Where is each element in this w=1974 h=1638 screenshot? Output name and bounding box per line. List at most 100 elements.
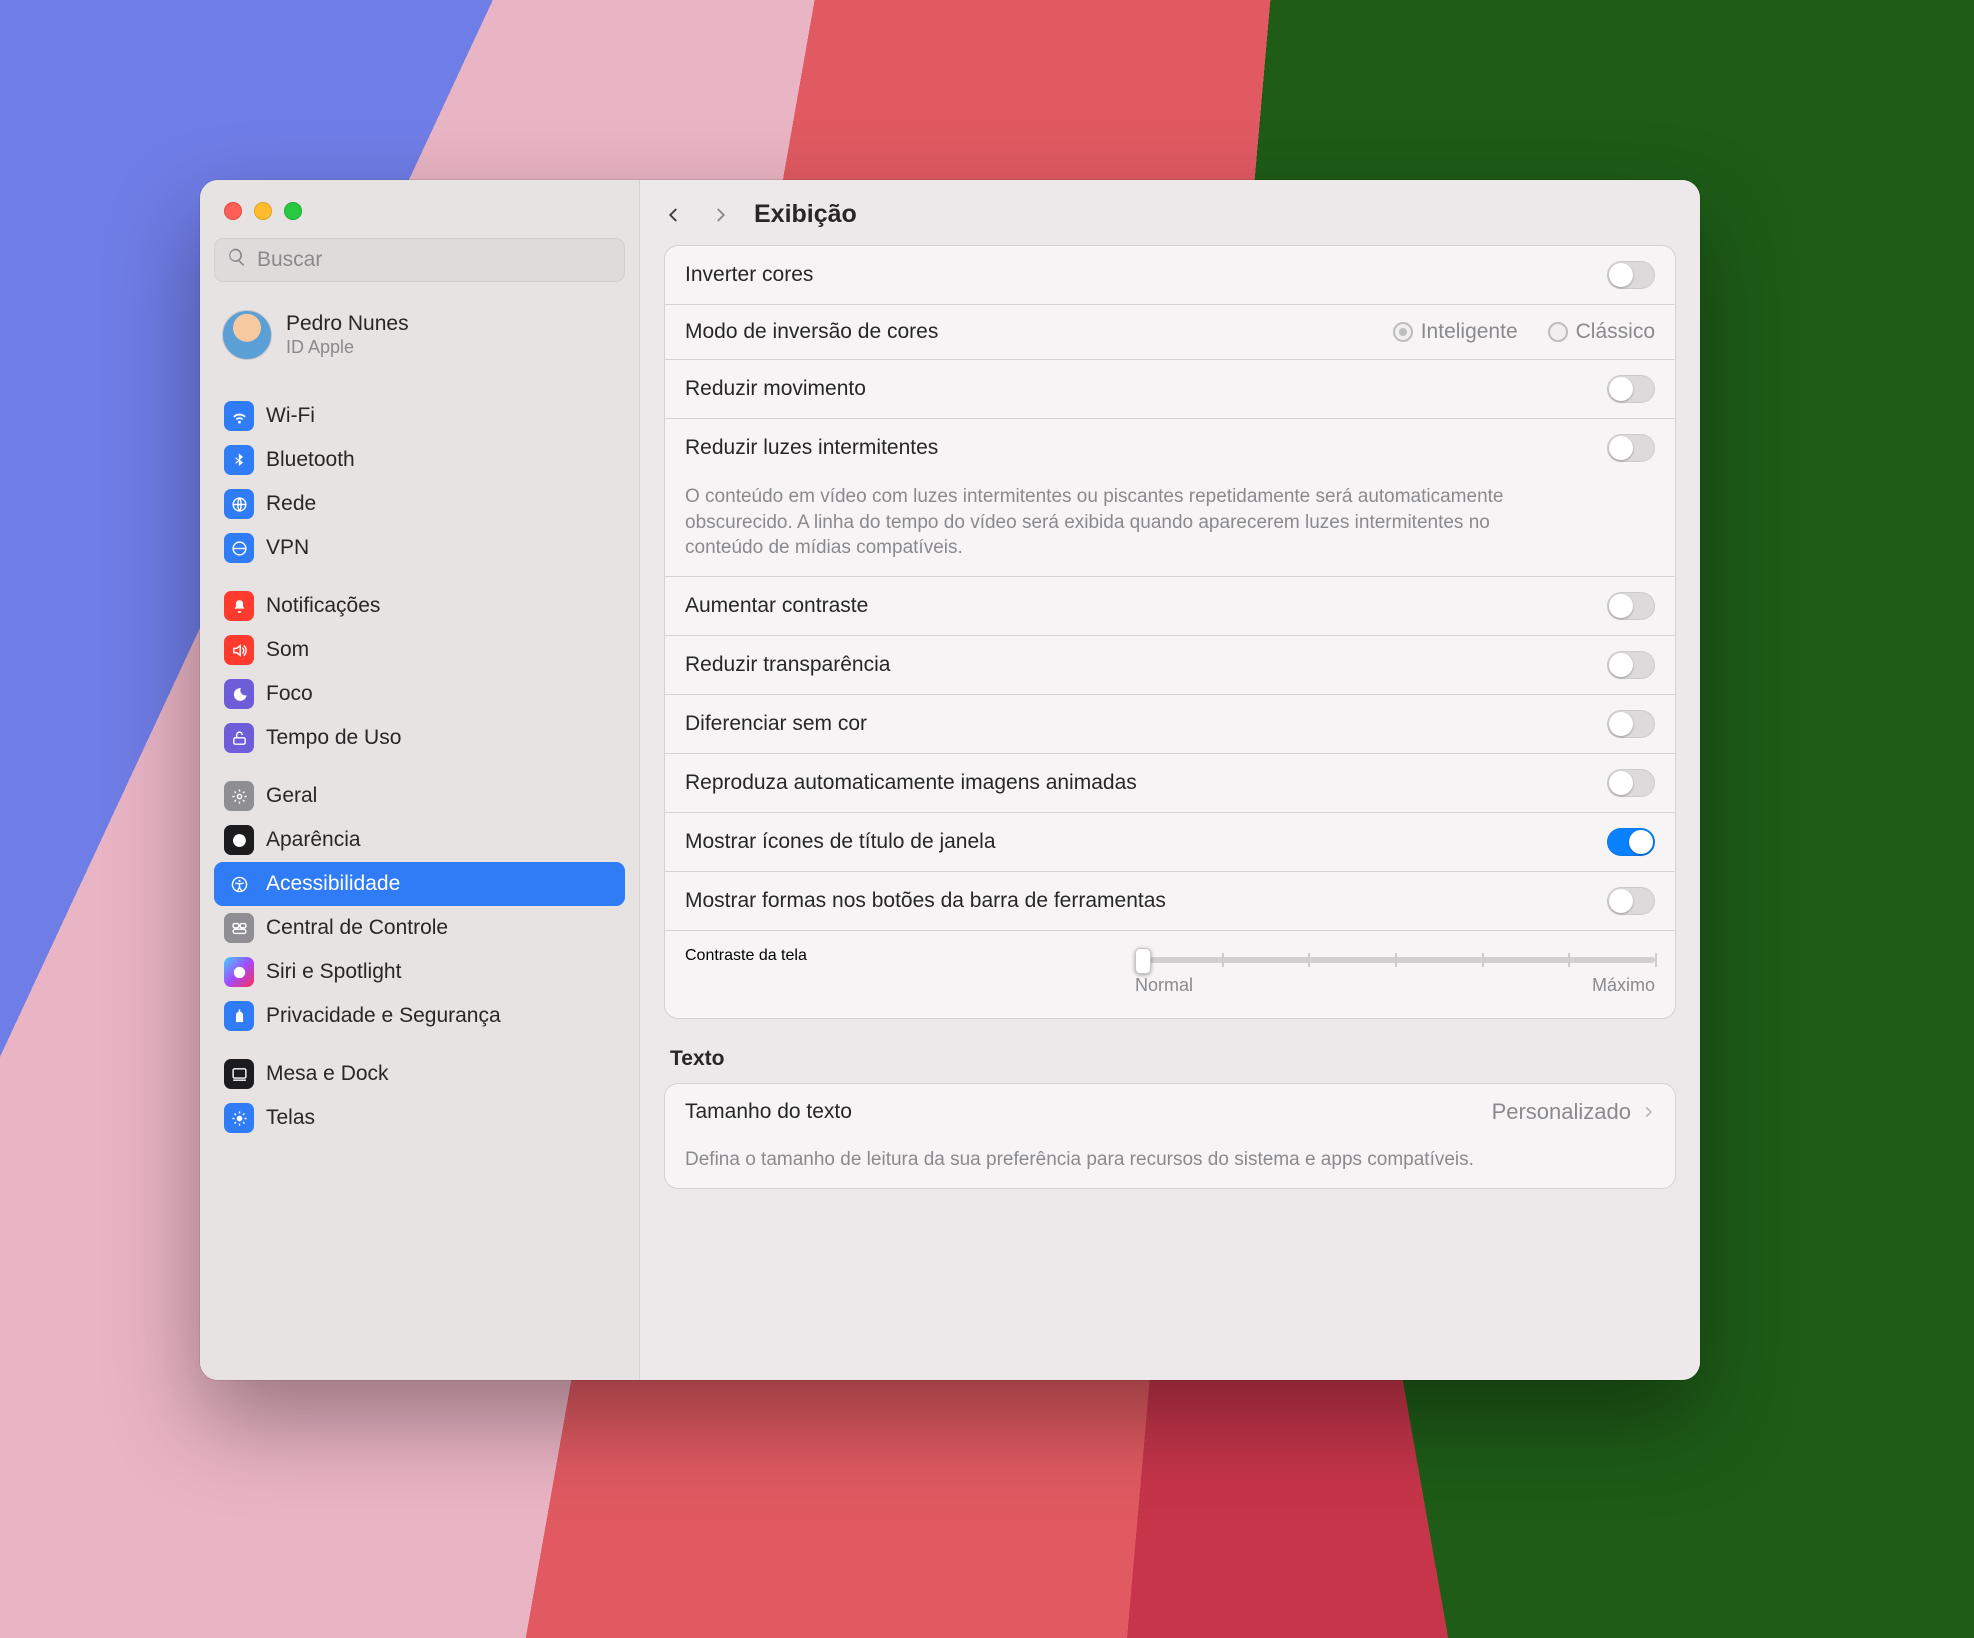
slider-display-contrast[interactable]: Normal Máximo <box>1135 947 1655 996</box>
sidebar-item-notifications[interactable]: Notificações <box>214 584 625 628</box>
display-settings-group: Inverter cores Modo de inversão de cores… <box>664 245 1676 1019</box>
switch-invert-colors[interactable] <box>1607 261 1655 289</box>
row-invert-colors: Inverter cores <box>665 246 1675 305</box>
row-autoplay-animated: Reproduza automaticamente imagens animad… <box>665 754 1675 813</box>
sidebar-item-sound[interactable]: Som <box>214 628 625 672</box>
slider-max-label: Máximo <box>1592 975 1655 996</box>
row-window-title-icons: Mostrar ícones de título de janela <box>665 813 1675 872</box>
system-settings-window: Buscar Pedro Nunes ID Apple Wi-Fi Bluetoo… <box>200 180 1700 1380</box>
slider-min-label: Normal <box>1135 975 1193 996</box>
sidebar-item-focus[interactable]: Foco <box>214 672 625 716</box>
titlebar: Exibição <box>640 180 1700 245</box>
switch-reduce-transparency[interactable] <box>1607 651 1655 679</box>
chevron-right-icon <box>1641 1099 1655 1125</box>
label-window-title-icons: Mostrar ícones de título de janela <box>685 830 996 854</box>
apple-id-row[interactable]: Pedro Nunes ID Apple <box>214 300 625 382</box>
sidebar-item-privacy[interactable]: Privacidade e Segurança <box>214 994 625 1038</box>
back-button[interactable] <box>662 203 686 227</box>
sidebar-item-label: Central de Controle <box>266 916 448 940</box>
sidebar-item-appearance[interactable]: Aparência <box>214 818 625 862</box>
row-reduce-transparency: Reduzir transparência <box>665 636 1675 695</box>
sidebar-item-controlcenter[interactable]: Central de Controle <box>214 906 625 950</box>
label-toolbar-shapes: Mostrar formas nos botões da barra de fe… <box>685 889 1166 913</box>
sidebar-item-label: Mesa e Dock <box>266 1062 389 1086</box>
label-reduce-transparency: Reduzir transparência <box>685 653 890 677</box>
search-input[interactable]: Buscar <box>214 238 625 282</box>
sidebar-item-label: Acessibilidade <box>266 872 400 896</box>
switch-diff-without-color[interactable] <box>1607 710 1655 738</box>
radio-indicator <box>1548 322 1568 342</box>
label-diff-without-color: Diferenciar sem cor <box>685 712 867 736</box>
section-header-text: Texto <box>664 1019 1676 1083</box>
label-increase-contrast: Aumentar contraste <box>685 594 868 618</box>
label-reduce-flashing: Reduzir luzes intermitentes <box>685 436 938 460</box>
radio-inversion-smart[interactable]: Inteligente <box>1393 320 1518 344</box>
minimize-window-button[interactable] <box>254 202 272 220</box>
sidebar-nav: Wi-Fi Bluetooth Rede VPN NotificaçõesSomFoco… <box>214 382 625 1150</box>
row-text-size[interactable]: Tamanho do texto Personalizado Defina o … <box>665 1084 1675 1188</box>
sidebar-item-label: Wi-Fi <box>266 404 315 428</box>
close-window-button[interactable] <box>224 202 242 220</box>
label-invert-colors: Inverter cores <box>685 263 813 287</box>
sidebar-item-label: Geral <box>266 784 317 808</box>
search-icon <box>227 247 247 273</box>
sidebar-item-siri[interactable]: Siri e Spotlight <box>214 950 625 994</box>
page-title: Exibição <box>754 200 857 229</box>
switch-toolbar-shapes[interactable] <box>1607 887 1655 915</box>
zoom-window-button[interactable] <box>284 202 302 220</box>
privacy-icon <box>224 1001 254 1031</box>
sidebar-item-label: Bluetooth <box>266 448 355 472</box>
slider-thumb[interactable] <box>1135 948 1151 974</box>
radio-group-inversion-mode: Inteligente Clássico <box>1393 320 1655 344</box>
radio-label: Clássico <box>1576 320 1655 344</box>
vpn-icon <box>224 533 254 563</box>
sidebar-item-screentime[interactable]: Tempo de Uso <box>214 716 625 760</box>
switch-reduce-motion[interactable] <box>1607 375 1655 403</box>
slider-track[interactable] <box>1135 957 1655 963</box>
displays-icon <box>224 1103 254 1133</box>
radio-inversion-classic[interactable]: Clássico <box>1548 320 1655 344</box>
sidebar-item-label: VPN <box>266 536 309 560</box>
wifi-icon <box>224 401 254 431</box>
row-display-contrast: Contraste da tela Normal Máximo <box>665 931 1675 1018</box>
label-inversion-mode: Modo de inversão de cores <box>685 320 938 344</box>
search-placeholder: Buscar <box>257 248 322 272</box>
label-reduce-motion: Reduzir movimento <box>685 377 866 401</box>
sidebar-item-general[interactable]: Geral <box>214 774 625 818</box>
row-toolbar-shapes: Mostrar formas nos botões da barra de fe… <box>665 872 1675 931</box>
switch-reduce-flashing[interactable] <box>1607 434 1655 462</box>
sidebar: Buscar Pedro Nunes ID Apple Wi-Fi Bluetoo… <box>200 180 640 1380</box>
content-scroll[interactable]: Inverter cores Modo de inversão de cores… <box>640 245 1700 1380</box>
siri-icon <box>224 957 254 987</box>
sidebar-item-bluetooth[interactable]: Bluetooth <box>214 438 625 482</box>
row-diff-without-color: Diferenciar sem cor <box>665 695 1675 754</box>
appearance-icon <box>224 825 254 855</box>
sidebar-item-desktop[interactable]: Mesa e Dock <box>214 1052 625 1096</box>
sidebar-item-accessibility[interactable]: Acessibilidade <box>214 862 625 906</box>
label-display-contrast: Contraste da tela <box>685 947 807 965</box>
sidebar-item-displays[interactable]: Telas <box>214 1096 625 1140</box>
sidebar-item-label: Siri e Spotlight <box>266 960 401 984</box>
accessibility-icon <box>224 869 254 899</box>
row-increase-contrast: Aumentar contraste <box>665 577 1675 636</box>
row-inversion-mode: Modo de inversão de cores Inteligente Cl… <box>665 305 1675 360</box>
forward-button[interactable] <box>708 203 732 227</box>
desc-reduce-flashing: O conteúdo em vídeo com luzes intermiten… <box>685 484 1525 561</box>
sidebar-item-wifi[interactable]: Wi-Fi <box>214 394 625 438</box>
text-settings-group: Tamanho do texto Personalizado Defina o … <box>664 1083 1676 1189</box>
sidebar-item-label: Privacidade e Segurança <box>266 1004 501 1028</box>
network-icon <box>224 489 254 519</box>
user-name: Pedro Nunes <box>286 312 409 336</box>
switch-increase-contrast[interactable] <box>1607 592 1655 620</box>
switch-autoplay-animated[interactable] <box>1607 769 1655 797</box>
bluetooth-icon <box>224 445 254 475</box>
sidebar-item-label: Rede <box>266 492 316 516</box>
controlcenter-icon <box>224 913 254 943</box>
screentime-icon <box>224 723 254 753</box>
label-autoplay-animated: Reproduza automaticamente imagens animad… <box>685 771 1137 795</box>
sidebar-item-label: Tempo de Uso <box>266 726 401 750</box>
sidebar-item-vpn[interactable]: VPN <box>214 526 625 570</box>
switch-window-title-icons[interactable] <box>1607 828 1655 856</box>
notifications-icon <box>224 591 254 621</box>
sidebar-item-network[interactable]: Rede <box>214 482 625 526</box>
